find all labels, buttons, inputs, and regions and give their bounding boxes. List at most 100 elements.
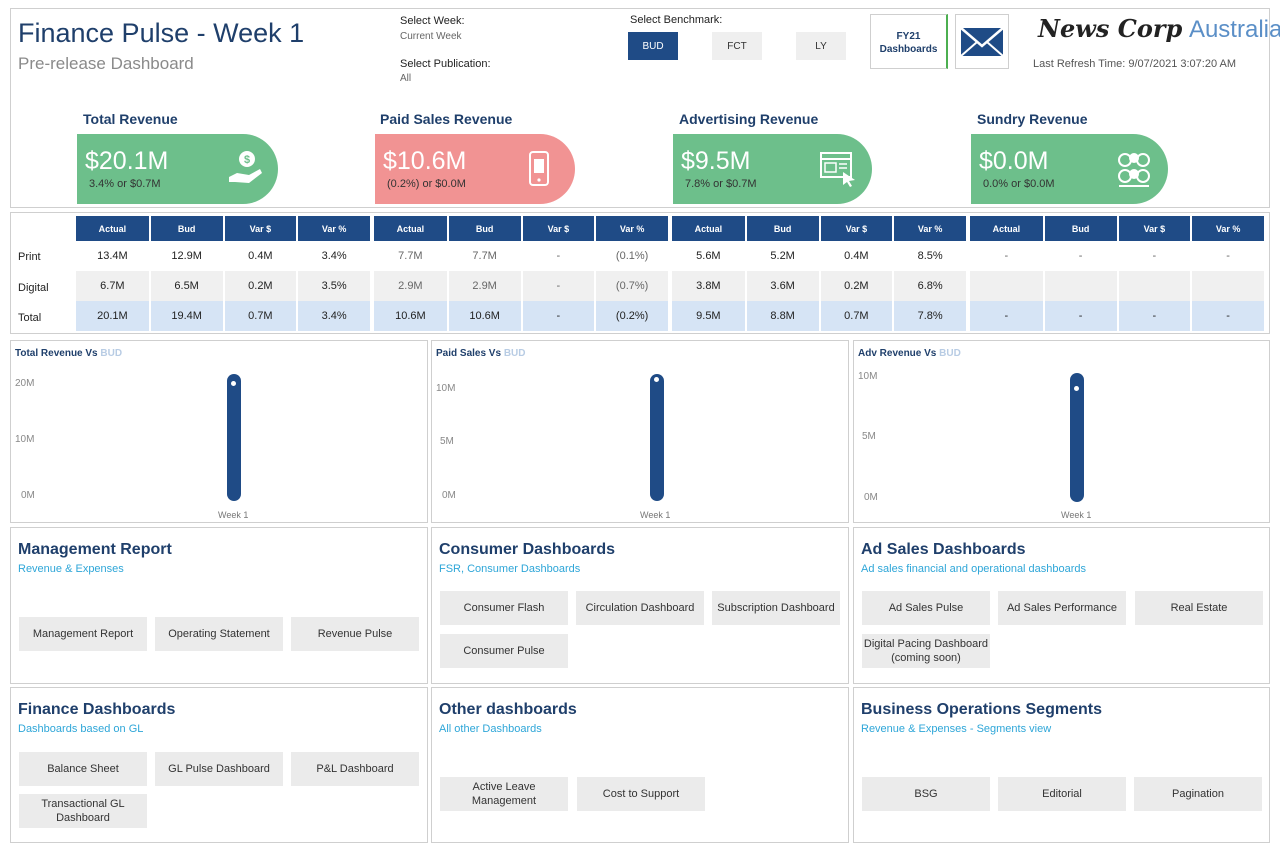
- kpi-variance: 3.4% or $0.7M: [89, 178, 161, 190]
- ad-sales-pulse-button[interactable]: Ad Sales Pulse: [862, 591, 990, 625]
- col-header-var-pct: Var %: [893, 216, 968, 241]
- active-leave-management-button[interactable]: Active Leave Management: [440, 777, 568, 811]
- p-l-dashboard-button[interactable]: P&L Dashboard: [291, 752, 419, 786]
- section-description: Revenue & Expenses: [18, 563, 124, 575]
- select-publication-label: Select Publication:: [400, 58, 491, 70]
- y-tick-label: 5M: [440, 436, 454, 447]
- select-publication-dropdown[interactable]: All: [400, 73, 411, 84]
- ad-sales-performance-button[interactable]: Ad Sales Performance: [998, 591, 1126, 625]
- logo-australia-text: Australia: [1188, 16, 1280, 43]
- real-estate-button[interactable]: Real Estate: [1135, 591, 1263, 625]
- col-header-var-dollar: Var $: [819, 216, 895, 241]
- cell-var-pct: 3.4%: [297, 241, 372, 271]
- table-row: 7.7M 7.7M - (0.1%): [374, 241, 670, 271]
- cell-var-pct: 3.4%: [297, 301, 372, 331]
- kpi-title-sundry-revenue: Sundry Revenue: [977, 111, 1088, 127]
- cost-to-support-button[interactable]: Cost to Support: [577, 777, 705, 811]
- chart-title-text: Adv Revenue Vs: [858, 348, 937, 359]
- chart-bar-week-1[interactable]: [650, 374, 664, 501]
- email-button[interactable]: [955, 14, 1009, 69]
- benchmark-bud-button[interactable]: BUD: [628, 32, 678, 60]
- page-subtitle: Pre-release Dashboard: [18, 54, 194, 73]
- chart-bar-week-1[interactable]: [227, 374, 241, 501]
- svg-text:$: $: [244, 154, 250, 166]
- section-management-report: Management Report Revenue & Expenses Manag…: [10, 527, 428, 684]
- cell-var-pct: 7.8%: [893, 301, 968, 331]
- cell-var-dollar: 0.7M: [819, 301, 895, 331]
- table-row: 5.6M 5.2M 0.4M 8.5%: [672, 241, 968, 271]
- cell-bud: 12.9M: [149, 241, 225, 271]
- row-label-digital: Digital: [18, 282, 49, 294]
- operating-statement-button[interactable]: Operating Statement: [155, 617, 283, 651]
- gl-pulse-dashboard-button[interactable]: GL Pulse Dashboard: [155, 752, 283, 786]
- col-header-bud: Bud: [745, 216, 821, 241]
- editorial-button[interactable]: Editorial: [998, 777, 1126, 811]
- cell-var-pct: (0.1%): [595, 241, 670, 271]
- kpi-variance: (0.2%) or $0.0M: [387, 178, 466, 190]
- balance-sheet-button[interactable]: Balance Sheet: [19, 752, 147, 786]
- cell-var-pct: [1191, 271, 1266, 301]
- cell-var-pct: 8.5%: [893, 241, 968, 271]
- cell-actual: 5.6M: [672, 241, 747, 271]
- section-other-dashboards: Other dashboards All other Dashboards Acti…: [431, 687, 849, 843]
- table-row: ----: [970, 301, 1266, 331]
- kpi-card-sundry-revenue[interactable]: $0.0M 0.0% or $0.0M: [971, 134, 1168, 204]
- chart-title-benchmark: BUD: [100, 348, 123, 359]
- col-header-actual: Actual: [374, 216, 449, 241]
- table-total-revenue: Actual Bud Var $ Var % 13.4M 12.9M 0.4M 3.4% 6.7…: [76, 216, 372, 331]
- benchmark-fct-button[interactable]: FCT: [712, 32, 762, 60]
- chart-bar-week-1[interactable]: [1070, 373, 1084, 502]
- benchmark-marker: [1074, 386, 1079, 391]
- benchmark-ly-button[interactable]: LY: [796, 32, 846, 60]
- cell-bud: 5.2M: [745, 241, 821, 271]
- chart-title: Adv Revenue Vs BUD: [858, 348, 961, 359]
- benchmark-marker: [231, 381, 236, 386]
- pagination-button[interactable]: Pagination: [1134, 777, 1262, 811]
- subscription-dashboard-button[interactable]: Subscription Dashboard: [712, 591, 840, 625]
- coins-icon: [1118, 153, 1150, 187]
- kpi-card-advertising-revenue[interactable]: $9.5M 7.8% or $0.7M: [673, 134, 872, 204]
- section-finance-dashboards: Finance Dashboards Dashboards based on GL…: [10, 687, 428, 843]
- select-benchmark-label: Select Benchmark:: [630, 14, 723, 26]
- digital-pacing-dashboard-coming-soon-button[interactable]: Digital Pacing Dashboard (coming soon): [862, 634, 990, 668]
- table-row: [970, 271, 1266, 301]
- kpi-title-total-revenue: Total Revenue: [83, 111, 178, 127]
- transactional-gl-dashboard-button[interactable]: Transactional GL Dashboard: [19, 794, 147, 828]
- chart-title: Total Revenue Vs BUD: [15, 348, 122, 359]
- section-title: Ad Sales Dashboards: [861, 541, 1026, 558]
- cell-bud: 3.6M: [745, 271, 821, 301]
- cell-actual: 6.7M: [76, 271, 151, 301]
- table-row: 10.6M 10.6M - (0.2%): [374, 301, 670, 331]
- management-report-button[interactable]: Management Report: [19, 617, 147, 651]
- kpi-value: $9.5M: [681, 147, 751, 175]
- bsg-button[interactable]: BSG: [862, 777, 990, 811]
- select-week-label: Select Week:: [400, 15, 465, 27]
- section-business-operations-segments: Business Operations Segments Revenue & Ex…: [853, 687, 1270, 843]
- section-title: Consumer Dashboards: [439, 541, 616, 558]
- table-paid-sales: Actual Bud Var $ Var % 7.7M 7.7M - (0.1%) 2.9M 2.…: [374, 216, 670, 331]
- kpi-card-paid-sales-revenue[interactable]: $10.6M (0.2%) or $0.0M: [375, 134, 575, 204]
- consumer-pulse-button[interactable]: Consumer Pulse: [440, 634, 568, 668]
- cell-var-pct: -: [1191, 301, 1266, 331]
- chart-adv-revenue-vs-bud: Adv Revenue Vs BUD 10M 5M 0M Week 1: [853, 340, 1270, 523]
- cell-actual: -: [970, 301, 1045, 331]
- cell-bud: 7.7M: [447, 241, 523, 271]
- y-tick-label: 5M: [862, 431, 876, 442]
- revenue-pulse-button[interactable]: Revenue Pulse: [291, 617, 419, 651]
- row-label-total: Total: [18, 312, 42, 324]
- cell-actual: 7.7M: [374, 241, 449, 271]
- kpi-card-total-revenue[interactable]: $20.1M 3.4% or $0.7M $: [77, 134, 278, 204]
- cell-var-pct: 6.8%: [893, 271, 968, 301]
- circulation-dashboard-button[interactable]: Circulation Dashboard: [576, 591, 704, 625]
- chart-title-benchmark: BUD: [503, 348, 526, 359]
- web-ad-icon: [820, 152, 855, 187]
- fy21-dashboards-button[interactable]: FY21 Dashboards: [870, 14, 948, 69]
- cell-actual: 13.4M: [76, 241, 151, 271]
- select-week-dropdown[interactable]: Current Week: [400, 31, 462, 42]
- consumer-flash-button[interactable]: Consumer Flash: [440, 591, 568, 625]
- cell-var-pct: (0.7%): [595, 271, 670, 301]
- col-header-var-dollar: Var $: [1117, 216, 1193, 241]
- kpi-variance: 0.0% or $0.0M: [983, 178, 1055, 190]
- col-header-actual: Actual: [672, 216, 747, 241]
- table-row: 20.1M 19.4M 0.7M 3.4%: [76, 301, 372, 331]
